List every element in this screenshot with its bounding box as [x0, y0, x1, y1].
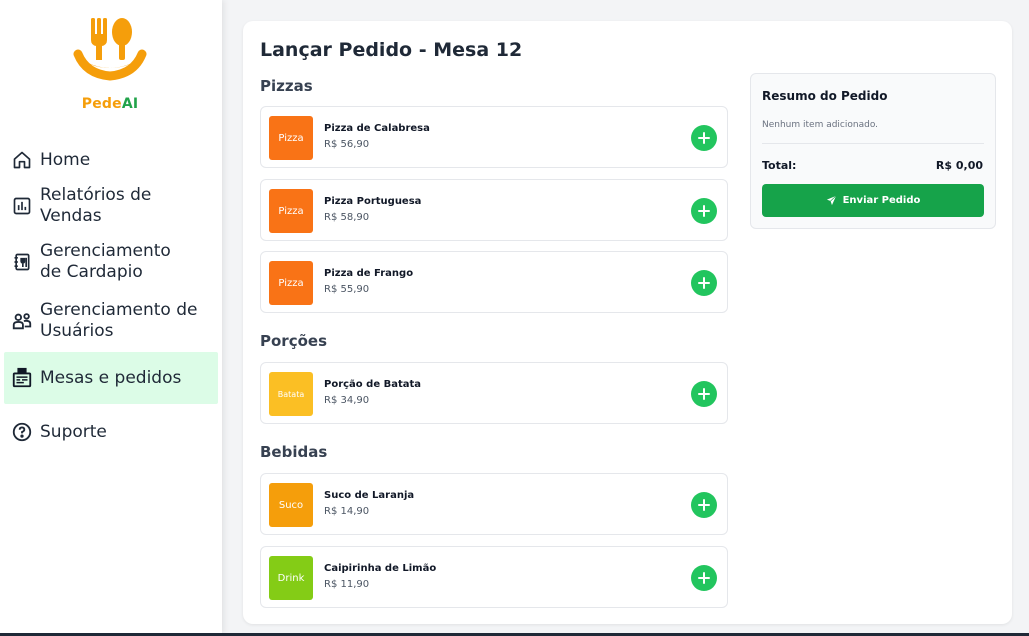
summary-divider: [762, 143, 984, 144]
sidebar-item-home[interactable]: Home: [4, 142, 218, 178]
plus-icon: [698, 388, 710, 400]
item-thumbnail: Batata: [269, 372, 313, 416]
brand-name: PedeAI: [81, 96, 139, 112]
add-item-button[interactable]: [691, 198, 717, 224]
sidebar-item-label: Relatórios de Vendas: [40, 185, 152, 226]
summary-empty-text: Nenhum item adicionado.: [762, 120, 879, 130]
help-icon: [10, 420, 34, 444]
sidebar-item-label: Gerenciamento de Usuários: [40, 300, 198, 341]
sidebar-item-usuarios[interactable]: Gerenciamento de Usuários: [4, 290, 218, 352]
menu-item-card: Pizza Pizza de Calabresa R$ 56,90: [260, 106, 728, 168]
add-item-button[interactable]: [691, 565, 717, 591]
plus-icon: [698, 132, 710, 144]
item-price: R$ 58,90: [324, 212, 370, 223]
section-title-bebidas: Bebidas: [260, 443, 328, 461]
item-thumbnail: Pizza: [269, 116, 313, 160]
home-icon: [10, 148, 34, 172]
item-name: Pizza Portuguesa: [324, 196, 422, 207]
item-name: Pizza de Calabresa: [324, 123, 430, 134]
sidebar-item-mesas[interactable]: Mesas e pedidos: [4, 352, 218, 404]
sidebar-item-label: Suporte: [40, 421, 107, 442]
item-price: R$ 34,90: [324, 395, 370, 406]
plus-icon: [698, 205, 710, 217]
section-title-pizzas: Pizzas: [260, 77, 313, 95]
add-item-button[interactable]: [691, 381, 717, 407]
sidebar-item-suporte[interactable]: Suporte: [4, 406, 218, 458]
item-thumbnail: Pizza: [269, 189, 313, 233]
add-item-button[interactable]: [691, 270, 717, 296]
plus-icon: [698, 277, 710, 289]
item-price: R$ 11,90: [324, 579, 370, 590]
total-label: Total:: [762, 159, 797, 172]
menu-item-card: Batata Porção de Batata R$ 34,90: [260, 362, 728, 424]
order-summary: Resumo do Pedido Nenhum item adicionado.…: [750, 73, 996, 229]
total-value: R$ 0,00: [935, 159, 983, 172]
item-name: Pizza de Frango: [324, 268, 414, 279]
item-price: R$ 14,90: [324, 506, 370, 517]
sidebar-item-relatorios[interactable]: Relatórios de Vendas: [4, 178, 218, 234]
cash-register-icon: [10, 366, 34, 390]
sidebar-nav: Home Relatórios de Vendas Gerenciamento de…: [4, 142, 218, 458]
brand-logo[interactable]: PedeAI: [60, 14, 160, 124]
item-thumbnail: Suco: [269, 483, 313, 527]
item-name: Porção de Batata: [324, 379, 422, 390]
menu-item-card: Pizza Pizza de Frango R$ 55,90: [260, 251, 728, 313]
plus-icon: [698, 572, 710, 584]
item-name: Caipirinha de Limão: [324, 563, 437, 574]
sidebar-item-cardapio[interactable]: Gerenciamento de Cardapio: [4, 234, 218, 290]
users-icon: [10, 309, 34, 333]
item-price: R$ 55,90: [324, 284, 370, 295]
section-title-porcoes: Porções: [260, 332, 327, 350]
add-item-button[interactable]: [691, 492, 717, 518]
sidebar-item-label: Gerenciamento de Cardapio: [40, 241, 171, 282]
item-price: R$ 56,90: [324, 139, 370, 150]
sidebar: PedeAI Home Relatórios de Vendas Gerencia…: [0, 0, 222, 634]
paper-plane-icon: [826, 195, 836, 206]
add-item-button[interactable]: [691, 125, 717, 151]
sidebar-item-label: Mesas e pedidos: [40, 367, 182, 388]
send-order-label: Enviar Pedido: [842, 195, 921, 206]
menu-item-card: Suco Suco de Laranja R$ 14,90: [260, 473, 728, 535]
sidebar-item-label: Home: [40, 149, 91, 170]
item-name: Suco de Laranja: [324, 490, 415, 501]
send-order-button[interactable]: Enviar Pedido: [762, 184, 984, 217]
page-title: Lançar Pedido - Mesa 12: [260, 39, 523, 61]
menu-item-card: Drink Caipirinha de Limão R$ 11,90: [260, 546, 728, 608]
bar-chart-icon: [10, 194, 34, 218]
item-thumbnail: Pizza: [269, 261, 313, 305]
fork-spoon-smile-icon: [73, 18, 147, 81]
order-panel: Lançar Pedido - Mesa 12 Pizzas Pizza Piz…: [243, 21, 1012, 624]
menu-item-card: Pizza Pizza Portuguesa R$ 58,90: [260, 179, 728, 241]
menu-book-icon: [10, 250, 34, 274]
summary-title: Resumo do Pedido: [762, 89, 888, 103]
item-thumbnail: Drink: [269, 556, 313, 600]
plus-icon: [698, 499, 710, 511]
